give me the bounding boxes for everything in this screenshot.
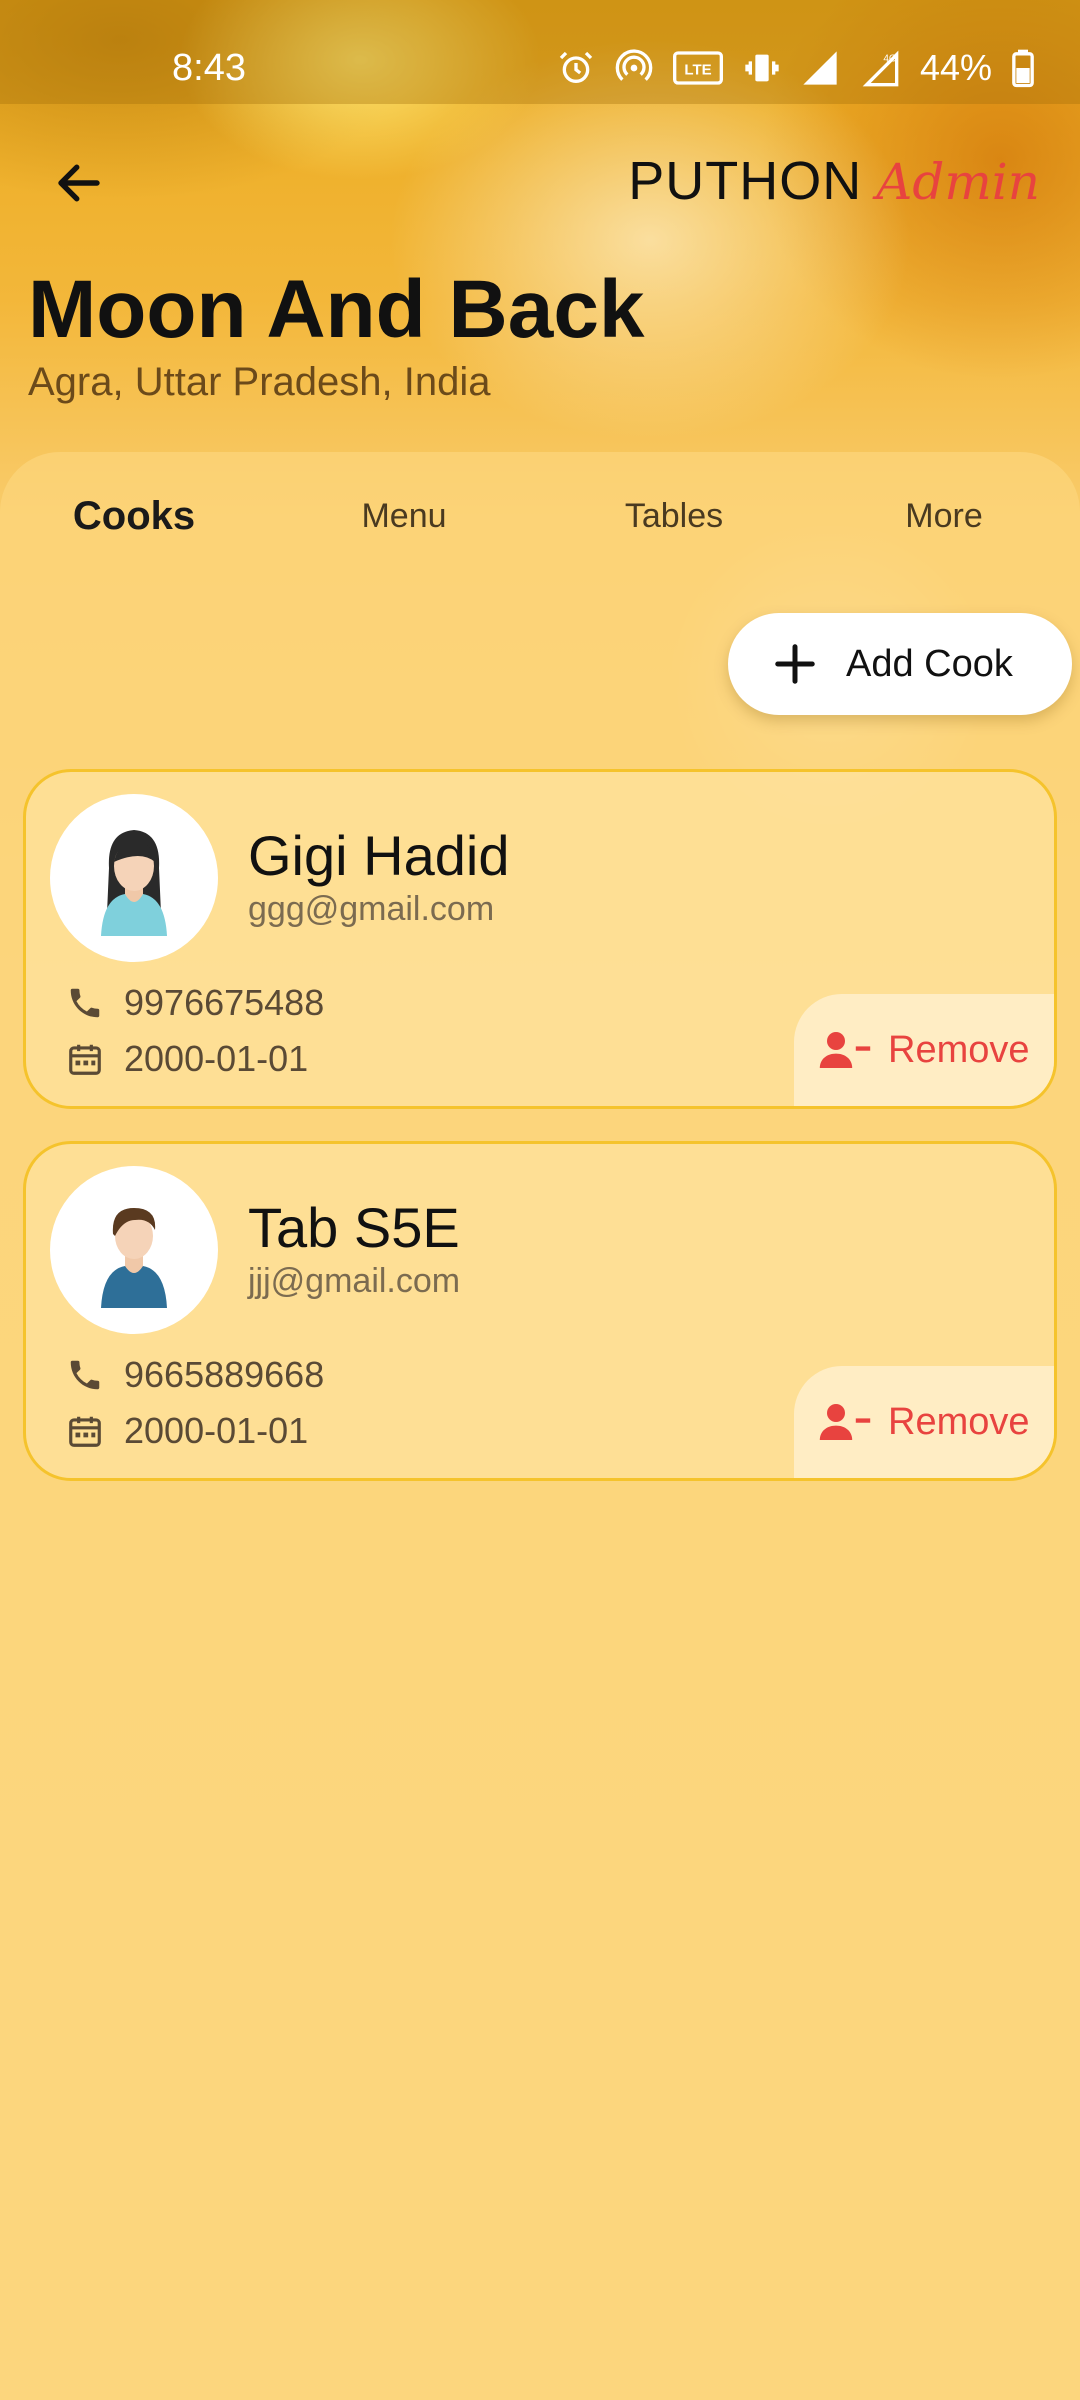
battery-icon <box>1012 49 1034 88</box>
brand-main-text: PUTHON <box>628 151 863 211</box>
avatar <box>50 1166 218 1334</box>
remove-label: Remove <box>888 1028 1030 1071</box>
phone-row: 9976675488 <box>66 982 324 1024</box>
tab-bar: Cooks Menu Tables More <box>0 480 1080 552</box>
restaurant-location: Agra, Uttar Pradesh, India <box>28 360 491 404</box>
cook-email: ggg@gmail.com <box>248 890 495 928</box>
avatar <box>50 794 218 962</box>
tab-tables[interactable]: Tables <box>564 480 784 552</box>
phone-row: 9665889668 <box>66 1354 324 1396</box>
remove-button[interactable]: Remove <box>794 994 1054 1106</box>
plus-icon <box>775 644 815 684</box>
signal-icon <box>803 51 837 85</box>
status-bar: 8:43 LTE 4G 44% <box>0 0 1080 104</box>
cook-email: jjj@gmail.com <box>248 1262 461 1300</box>
status-time: 8:43 <box>172 47 246 89</box>
hotspot-icon <box>615 49 653 81</box>
add-cook-button[interactable]: Add Cook <box>728 613 1072 715</box>
cook-card: Tab S5E jjj@gmail.com 9665889668 2000-01… <box>23 1141 1057 1481</box>
cook-phone: 9976675488 <box>124 982 325 1023</box>
remove-user-icon <box>819 1404 871 1440</box>
phone-icon <box>70 1360 100 1390</box>
cook-date: 2000-01-01 <box>124 1410 309 1451</box>
female-avatar-icon <box>101 830 167 936</box>
brand-logo: PUTHON Admin <box>628 150 1040 214</box>
volte-icon: LTE <box>672 51 723 85</box>
phone-icon <box>70 988 100 1018</box>
battery-percent: 44% <box>919 47 992 88</box>
calendar-icon <box>69 1044 101 1075</box>
back-button[interactable] <box>48 152 110 214</box>
4g-signal-icon: 4G <box>862 50 899 87</box>
date-row: 2000-01-01 <box>66 1038 308 1080</box>
remove-button[interactable]: Remove <box>794 1366 1054 1478</box>
svg-text:4G: 4G <box>883 53 897 64</box>
arrow-left-icon <box>58 164 100 202</box>
tab-more[interactable]: More <box>834 480 1054 552</box>
cook-name: Gigi Hadid <box>248 824 510 887</box>
date-row: 2000-01-01 <box>66 1410 308 1452</box>
tab-cooks[interactable]: Cooks <box>24 480 244 552</box>
male-avatar-icon <box>101 1208 167 1308</box>
remove-label: Remove <box>888 1400 1030 1443</box>
cook-phone: 9665889668 <box>124 1354 325 1395</box>
calendar-icon <box>69 1416 101 1447</box>
cook-name: Tab S5E <box>248 1196 460 1259</box>
vibrate-icon <box>745 54 779 82</box>
cook-date: 2000-01-01 <box>124 1038 309 1079</box>
add-cook-label: Add Cook <box>846 642 1013 685</box>
brand-sub-text: Admin <box>876 153 1040 211</box>
tab-menu[interactable]: Menu <box>294 480 514 552</box>
restaurant-name: Moon And Back <box>28 264 645 355</box>
cook-card: Gigi Hadid ggg@gmail.com 9976675488 2000… <box>23 769 1057 1109</box>
alarm-icon <box>559 51 593 83</box>
remove-user-icon <box>819 1032 871 1068</box>
svg-text:LTE: LTE <box>684 62 711 79</box>
status-icons: LTE 4G 44% <box>556 42 1036 94</box>
